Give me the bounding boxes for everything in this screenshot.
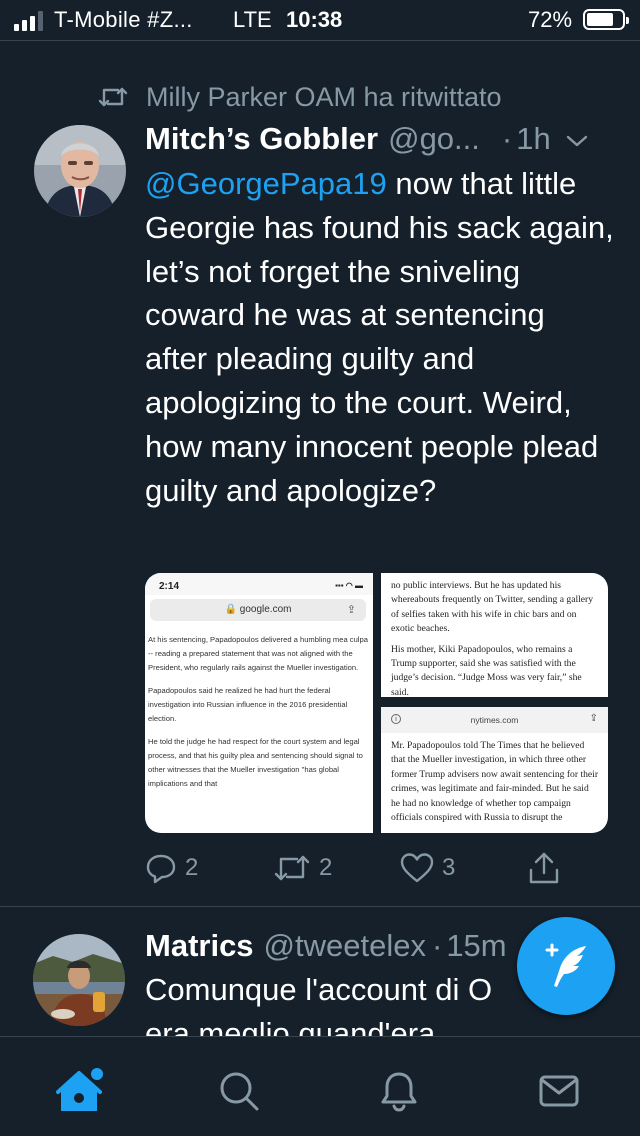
article-paragraph: no public interviews. But he has updated…	[391, 580, 594, 635]
reply-icon	[146, 854, 176, 884]
tweet-text: @GeorgePapa19 now that little Georgie ha…	[145, 162, 615, 512]
tweet-body: now that little Georgie has found his sa…	[145, 166, 614, 508]
article-paragraph: Papadopoulos said he realized he had hur…	[148, 686, 348, 723]
author-handle[interactable]: @tweetelex	[264, 928, 426, 964]
retweet-icon	[98, 87, 128, 107]
separator-dot: ·	[431, 928, 443, 963]
tweet-line: era meglio quand'era	[145, 1015, 436, 1036]
tab-notifications[interactable]	[373, 1065, 425, 1117]
tab-home[interactable]	[55, 1065, 107, 1117]
screenshot-article-text: Mr. Papadopoulos told The Times that he …	[381, 733, 608, 825]
separator-dot: ·	[501, 121, 513, 156]
signal-strength-icon	[14, 9, 43, 31]
mention-link[interactable]: @GeorgePapa19	[145, 166, 387, 201]
screenshot-article-text: no public interviews. But he has updated…	[381, 573, 608, 700]
screenshot-article-text: At his sentencing, Papadopoulos delivere…	[148, 633, 370, 800]
retweet-count: 2	[319, 854, 333, 881]
heart-icon	[400, 853, 434, 883]
article-paragraph: At his sentencing, Papadopoulos delivere…	[148, 635, 368, 672]
screenshot-url-bar: 🔒 google.com ⇪	[150, 599, 366, 621]
screenshot-url-bar: i nytimes.com ⇪	[381, 707, 608, 733]
retweet-button[interactable]: 2	[273, 848, 332, 888]
article-paragraph: He told the judge he had respect for the…	[148, 737, 363, 788]
bell-icon	[381, 1072, 417, 1112]
network-type: LTE	[233, 7, 272, 32]
chevron-down-icon[interactable]	[565, 133, 589, 149]
media-image-nytimes[interactable]: i nytimes.com ⇪ Mr. Papadopoulos told Th…	[381, 707, 608, 833]
screenshot-status-icons: ▪▪▪ ◠ ▬	[335, 581, 363, 590]
bottom-tab-bar	[0, 1036, 640, 1136]
envelope-icon	[539, 1075, 579, 1107]
battery-percent: 72%	[528, 7, 573, 32]
avatar[interactable]	[33, 934, 125, 1026]
status-time: 10:38	[286, 7, 343, 32]
like-count: 3	[442, 854, 456, 881]
article-paragraph: His mother, Kiki Papadopoulos, who remai…	[391, 643, 582, 698]
tweet-timestamp[interactable]: 15m	[446, 928, 506, 964]
search-icon	[220, 1072, 259, 1111]
battery-icon	[583, 9, 629, 30]
reply-count: 2	[185, 854, 199, 881]
tweet-timestamp[interactable]: 1h	[516, 121, 550, 157]
reply-button[interactable]: 2	[145, 848, 198, 888]
media-grid[interactable]: 2:14 ▪▪▪ ◠ ▬ 🔒 google.com ⇪ At his sente…	[145, 573, 608, 833]
avatar[interactable]	[34, 125, 126, 217]
tweet-actions: 2 2 3	[145, 848, 605, 888]
media-image-google[interactable]: 2:14 ▪▪▪ ◠ ▬ 🔒 google.com ⇪ At his sente…	[145, 573, 373, 833]
tab-search[interactable]	[213, 1065, 265, 1117]
author-name[interactable]: Matrics	[145, 928, 254, 964]
author-handle[interactable]: @go...	[388, 121, 480, 157]
share-button[interactable]	[528, 848, 568, 888]
status-bar: T-Mobile #Z... LTE 10:38 72%	[0, 0, 640, 40]
screenshot-share-icon: ⇪	[346, 604, 356, 616]
screenshot-url: nytimes.com	[470, 715, 519, 725]
header-divider	[0, 40, 640, 41]
tweet-header: Mitch’s Gobbler @go... · 1h	[145, 117, 615, 161]
tweet-divider	[0, 906, 640, 907]
tab-messages[interactable]	[533, 1065, 585, 1117]
screenshot-status-bar: 2:14 ▪▪▪ ◠ ▬	[145, 573, 373, 595]
author-name[interactable]: Mitch’s Gobbler	[145, 121, 378, 157]
carrier-name: T-Mobile #Z...	[54, 7, 193, 32]
home-icon	[56, 1066, 105, 1111]
article-paragraph: Mr. Papadopoulos told The Times that he …	[391, 740, 599, 824]
screenshot-url: 🔒 google.com	[224, 604, 292, 615]
retweet-context-label: Milly Parker OAM ha ritwittato	[146, 81, 502, 112]
compose-feather-icon	[545, 943, 586, 987]
compose-tweet-button[interactable]	[517, 917, 615, 1015]
like-button[interactable]: 3	[400, 848, 455, 888]
retweet-icon	[274, 855, 310, 881]
screenshot-share-icon: ⇪	[589, 713, 598, 724]
share-icon	[529, 852, 559, 884]
retweet-context: Milly Parker OAM ha ritwittato	[98, 80, 502, 114]
screenshot-time: 2:14	[159, 581, 180, 592]
media-image-article-top[interactable]: no public interviews. But he has updated…	[381, 573, 608, 700]
